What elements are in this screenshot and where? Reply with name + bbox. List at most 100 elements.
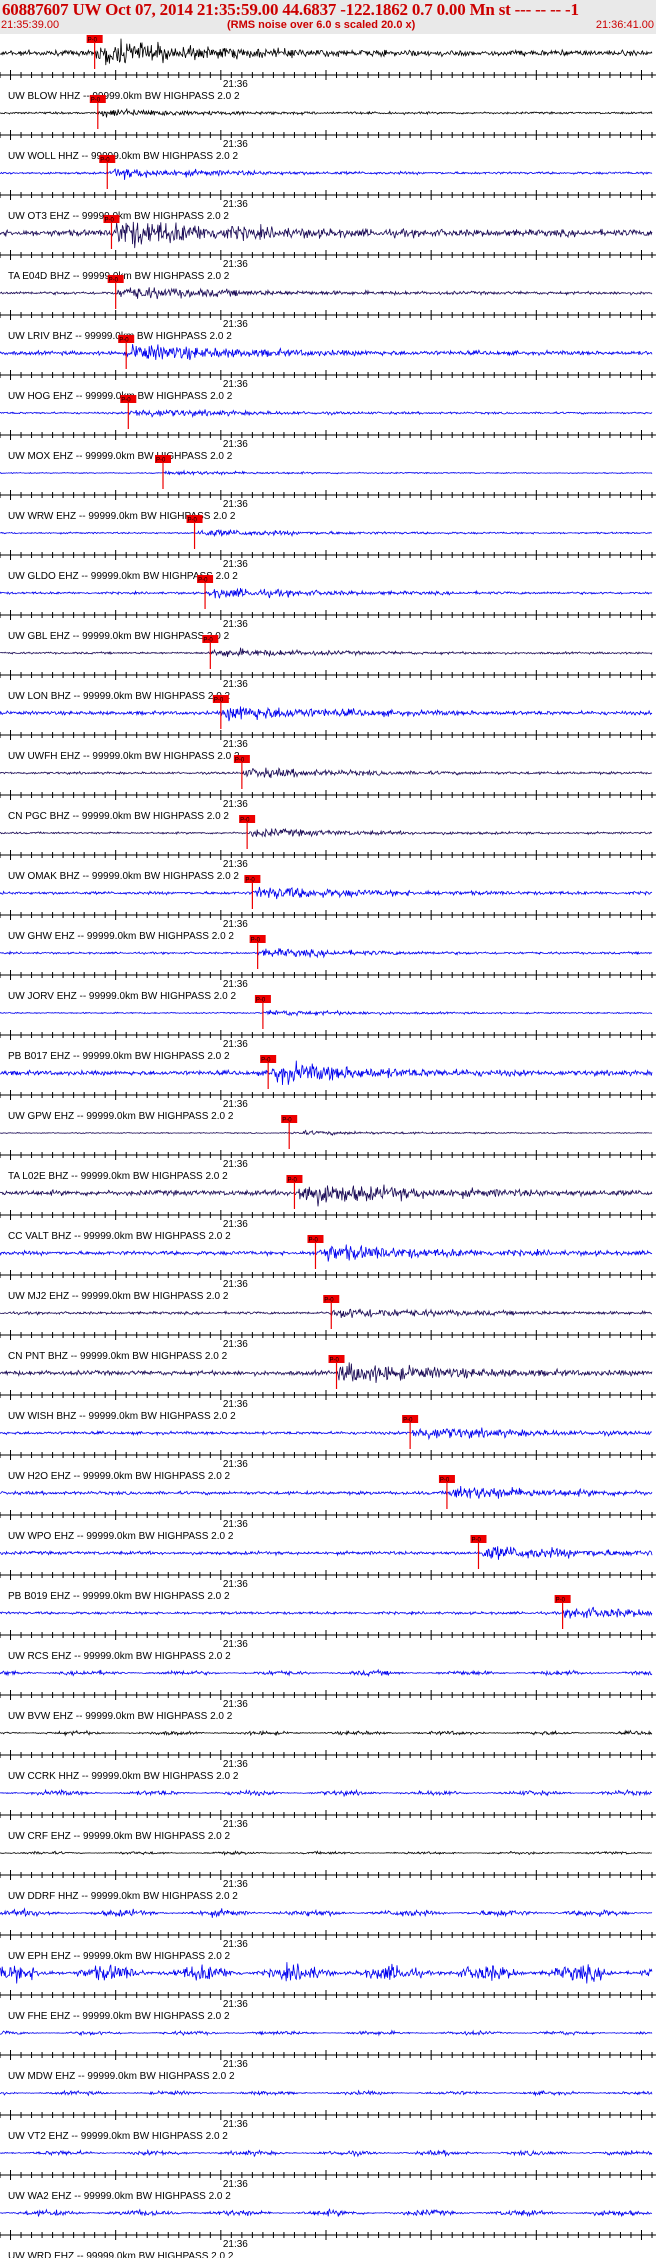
minute-label: 21:36 xyxy=(223,1579,248,1590)
pick-label: P-0 xyxy=(88,38,98,44)
channel-row: 21:36 P-0 UW OMAK BHZ -- 99999.0km BW HIGH… xyxy=(0,815,656,882)
minute-label: 21:36 xyxy=(223,1459,248,1470)
channel-label: PB B017 EHZ -- 99999.0km BW HIGHPASS 2.0… xyxy=(8,1051,230,1062)
minute-label: 21:36 xyxy=(223,1039,248,1050)
minute-label: 21:36 xyxy=(223,379,248,390)
waveform-trace xyxy=(0,1060,653,1086)
channel-label: PB B019 EHZ -- 99999.0km BW HIGHPASS 2.0… xyxy=(8,1591,230,1602)
waveform-trace xyxy=(0,827,653,838)
minute-label: 21:36 xyxy=(223,2239,248,2250)
waveform-trace xyxy=(0,1788,653,1798)
channel-row: 21:36 P-0 UW WISH BHZ -- 99999.0km BW HIGH… xyxy=(0,1355,656,1422)
waveform-trace xyxy=(0,1184,653,1207)
minute-label: 21:36 xyxy=(223,199,248,210)
pick-label: P-0 xyxy=(156,458,166,464)
minute-label: 21:36 xyxy=(223,1819,248,1830)
waveform-trace xyxy=(0,1244,653,1262)
channel-row: 21:36 P-0 UW GBL EHZ -- 99999.0km BW HIGHP… xyxy=(0,575,656,642)
pick-label: P-0 xyxy=(100,158,110,164)
waveform-trace xyxy=(0,2148,653,2158)
waveform-trace xyxy=(0,1606,653,1619)
channel-row: 21:36 P-0 CC VALT BHZ -- 99999.0km BW HIGH… xyxy=(0,1175,656,1242)
pick-label: P-0 xyxy=(440,1478,450,1484)
pick-label: P-0 xyxy=(308,1238,318,1244)
channel-row: 21:36UW BVW EHZ -- 99999.0km BW HIGHPASS… xyxy=(0,1668,656,1722)
minute-label: 21:36 xyxy=(223,1699,248,1710)
event-title: 60887607 UW Oct 07, 2014 21:35:59.00 44.… xyxy=(2,0,579,19)
waveform-trace xyxy=(0,344,653,361)
minute-label: 21:36 xyxy=(223,439,248,450)
minute-label: 21:36 xyxy=(223,919,248,930)
channel-label: UW GBL EHZ -- 99999.0km BW HIGHPASS 2.0 … xyxy=(8,631,230,642)
channel-label: UW FHE EHZ -- 99999.0km BW HIGHPASS 2.0 … xyxy=(8,2011,230,2022)
channel-row: 21:36 P-0 CN PGC BHZ -- 99999.0km BW HIGHP… xyxy=(0,755,656,822)
waveform-trace xyxy=(0,1668,653,1678)
channel-row: 21:36P-0UW LON BHZ -- 99999.0km BW HIGHP… xyxy=(0,635,656,702)
waveform-trace xyxy=(0,528,653,538)
minute-label: 21:36 xyxy=(223,499,248,510)
channel-row: 21:36UW WA2 EHZ -- 99999.0km BW HIGHPASS… xyxy=(0,2148,656,2202)
channel-row: 21:36UW EPH EHZ -- 99999.0km BW HIGHPASS… xyxy=(0,1907,656,1962)
channel-label: UW WPO EHZ -- 99999.0km BW HIGHPASS 2.0 … xyxy=(8,1531,234,1542)
channel-label: UW DDRF HHZ -- 99999.0km BW HIGHPASS 2.0… xyxy=(8,1891,238,1902)
waveform-trace xyxy=(0,1427,653,1441)
pick-label: P-0 xyxy=(282,1118,292,1124)
pick-label: P-0 xyxy=(235,758,245,764)
channel-row: 21:36 P-0 UW WPO EHZ -- 99999.0km BW HIGHP… xyxy=(0,1475,656,1542)
waveform-trace xyxy=(0,1009,653,1017)
channel-row: 21:36 P-0 UW JORV EHZ -- 99999.0km BW HIGH… xyxy=(0,935,656,1002)
channel-label: UW VT2 EHZ -- 99999.0km BW HIGHPASS 2.0 … xyxy=(8,2131,228,2142)
pick-label: P-0 xyxy=(198,578,208,584)
channel-label: UW WA2 EHZ -- 99999.0km BW HIGHPASS 2.0 … xyxy=(8,2191,231,2202)
minute-label: 21:36 xyxy=(223,559,248,570)
channel-row: 21:36P-0UW OT3 EHZ -- 99999.0km BW HIGHP… xyxy=(0,155,656,222)
minute-label: 21:36 xyxy=(223,319,248,330)
pick-label: P-0 xyxy=(188,518,198,524)
waveform-trace xyxy=(0,221,653,249)
channel-row: 21:36P-0UW WOLL HHZ -- 99999.0km BW HIGH… xyxy=(0,95,656,162)
channel-row: 21:36 P-0 UW MJ2 EHZ -- 99999.0km BW HIGHP… xyxy=(0,1235,656,1302)
noise-note: (RMS noise over 6.0 s scaled 20.0 x) xyxy=(227,19,416,31)
channel-row: 21:36P-0UW WRW EHZ -- 99999.0km BW HIGHP… xyxy=(0,455,656,522)
minute-label: 21:36 xyxy=(223,1219,248,1230)
minute-label: 21:36 xyxy=(223,1939,248,1950)
minute-label: 21:36 xyxy=(223,1999,248,2010)
waveform-trace xyxy=(0,409,653,418)
pick-label: P-0 xyxy=(214,698,224,704)
waveform-trace xyxy=(0,2089,653,2097)
minute-label: 21:36 xyxy=(223,2059,248,2070)
pick-label: P-0 xyxy=(471,1538,481,1544)
channel-row: 21:36 P-0 PB B019 EHZ -- 99999.0km BW HIGH… xyxy=(0,1535,656,1602)
minute-label: 21:36 xyxy=(223,619,248,630)
waveform-trace xyxy=(0,706,653,722)
channel-label: UW BLOW HHZ -- 99999.0km BW HIGHPASS 2.0… xyxy=(8,91,240,102)
minute-label: 21:36 xyxy=(223,2119,248,2130)
minute-label: 21:36 xyxy=(223,1159,248,1170)
minute-label: 21:36 xyxy=(223,679,248,690)
channel-label: UW MOX EHZ -- 99999.0km BW HIGHPASS 2.0 … xyxy=(8,451,233,462)
channel-row: 21:36UW FHE EHZ -- 99999.0km BW HIGHPASS… xyxy=(0,1962,656,2022)
channel-row: 21:36UW CRF EHZ -- 99999.0km BW HIGHPASS… xyxy=(0,1788,656,1842)
pick-label: P-0 xyxy=(121,398,131,404)
waveform-trace xyxy=(0,1485,653,1499)
waveform-trace xyxy=(0,1850,652,1857)
channel-label: CC VALT BHZ -- 99999.0km BW HIGHPASS 2.0… xyxy=(8,1231,231,1242)
pick-label: P-0 xyxy=(403,1418,413,1424)
channel-row: 21:36 P-0 CN PNT BHZ -- 99999.0km BW HIGHP… xyxy=(0,1295,656,1362)
time-start-label: 21:35:39.00 xyxy=(1,19,60,31)
waveform-trace xyxy=(0,2208,653,2218)
channel-row: 21:36UW DDRF HHZ -- 99999.0km BW HIGHPAS… xyxy=(0,1850,656,1902)
channel-label: UW GPW EHZ -- 99999.0km BW HIGHPASS 2.0 … xyxy=(8,1111,234,1122)
time-end-label: 21:36:41.00 xyxy=(595,19,654,31)
header-bar: 60887607 UW Oct 07, 2014 21:35:59.00 44.… xyxy=(0,0,656,34)
waveform-trace xyxy=(0,767,653,779)
minute-label: 21:36 xyxy=(223,1879,248,1890)
pick-label: P-0 xyxy=(91,98,101,104)
channel-label: UW MDW EHZ -- 99999.0km BW HIGHPASS 2.0 … xyxy=(8,2071,235,2082)
channel-label: UW JORV EHZ -- 99999.0km BW HIGHPASS 2.0… xyxy=(8,991,236,1002)
channel-label: TA L02E BHZ -- 99999.0km BW HIGHPASS 2.0… xyxy=(8,1171,228,1182)
channel-label: CN PGC BHZ -- 99999.0km BW HIGHPASS 2.0 … xyxy=(8,811,229,822)
waveform-trace xyxy=(0,1129,653,1137)
minute-label: 21:36 xyxy=(223,1639,248,1650)
minute-label: 21:36 xyxy=(223,979,248,990)
